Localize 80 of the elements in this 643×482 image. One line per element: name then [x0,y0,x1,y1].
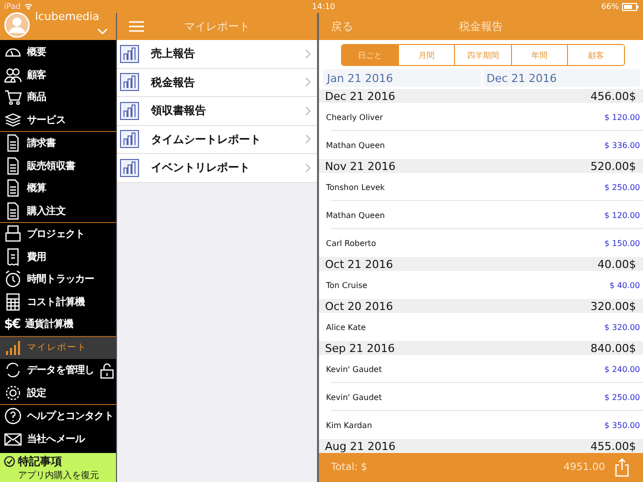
bar-chart-icon [120,130,139,148]
sidebar-item[interactable]: 顧客 [0,64,116,86]
calc-icon [4,292,22,311]
date-group-header: Oct 20 2016 320.00$ [319,299,643,313]
report-item[interactable]: 税金報告 [117,68,317,97]
battery-icon [622,2,639,10]
transaction-row[interactable]: Alice Kate $ 320.00 [319,313,643,341]
sidebar-item[interactable]: 概要 [0,41,116,64]
bar-chart-icon [120,158,139,177]
layers-icon [4,110,22,129]
sidebar-item[interactable]: コスト計算機 [0,290,116,313]
printer-icon [4,225,22,244]
transaction-row[interactable]: Kim Kardan $ 350.00 [319,411,643,439]
date-group-header: Oct 21 2016 40.00$ [319,257,643,271]
total-label: Total: $ [331,462,368,473]
chevron-right-icon [305,77,311,88]
restore-purchases-banner[interactable]: 特記事項 アプリ内購入を復元 [0,453,116,482]
sidebar-item[interactable]: 費用 [0,246,116,268]
share-icon[interactable] [615,458,629,477]
chevron-right-icon [305,106,311,116]
transaction-row[interactable]: Kevin' Gaudet $ 250.00 [319,383,643,411]
chevron-down-icon[interactable] [97,28,108,35]
report-item[interactable]: 売上報告 [117,40,317,68]
sidebar-item[interactable]: プロジェクト [0,223,116,246]
start-date-field[interactable]: Jan 21 2016 [323,69,480,87]
sidebar-item[interactable]: マイレポート [0,336,116,359]
bar-chart-icon [120,44,139,63]
transaction-row[interactable]: Kevin' Gaudet $ 240.00 [319,355,643,383]
cart-icon [4,88,22,106]
sidebar-item[interactable]: 概算 [0,177,116,200]
sidebar-item[interactable]: 当社へメール [0,428,116,450]
sidebar-item[interactable]: 請求書 [0,132,116,154]
date-group-header: Aug 21 2016 455.00$ [319,439,643,453]
people-icon [4,66,22,84]
battery-percent: 66% [601,2,619,11]
report-item[interactable]: 領収書報告 [117,97,317,126]
sidebar-item[interactable]: 時間トラッカー [0,268,116,290]
date-group-header: Dec 21 2016 456.00$ [319,89,643,103]
wifi-icon [24,3,33,10]
sidebar-item[interactable]: サービス [0,108,116,131]
transaction-row[interactable]: Mathan Queen $ 120.00 [319,201,643,229]
transaction-row[interactable]: Mathan Queen $ 336.00 [319,131,643,159]
end-date-field[interactable]: Dec 21 2016 [482,69,640,87]
avatar-icon[interactable] [4,12,30,38]
panel-title: 税金報告 [459,19,503,34]
gear-icon [4,384,22,402]
sidebar-item[interactable]: $€ 通貨計算機 [0,313,116,336]
sidebar-item[interactable]: 販売領収書 [0,154,116,177]
chevron-right-icon [305,48,311,59]
bar-chart-icon [120,102,139,120]
clock-icon [4,270,22,288]
transaction-row[interactable]: Carl Roberto $ 150.00 [319,229,643,257]
sidebar-item[interactable]: 設定 [0,382,116,404]
bar-chart-icon [120,73,139,92]
promo-title: 特記事項 [18,454,62,469]
device-label: iPad [4,2,21,11]
panel-title: マイレポート [184,19,250,34]
sidebar-item[interactable]: データを管理し [0,359,116,382]
bars-icon [4,338,22,357]
chevron-right-icon [305,134,311,144]
sidebar-item[interactable]: 商品 [0,86,116,108]
date-group-header: Sep 21 2016 840.00$ [319,341,643,355]
date-group-header: Nov 21 2016 520.00$ [319,159,643,173]
check-circle-icon [4,456,15,467]
transaction-row[interactable]: Tonshon Levek $ 250.00 [319,173,643,201]
promo-subtitle: アプリ内購入を復元 [17,469,100,482]
question-icon [4,407,22,426]
report-item[interactable]: タイムシートレポート [117,126,317,154]
total-amount: 4951.00 [564,462,605,473]
status-time: 14:10 [312,2,336,11]
menu-icon[interactable] [129,21,144,32]
currency-symbol: $€ [4,316,20,332]
sidebar-item[interactable]: 購入注文 [0,200,116,222]
transaction-row[interactable]: Chearly Oliver $ 120.00 [319,103,643,131]
transaction-row[interactable]: Ton Cruise $ 40.00 [319,271,643,299]
sidebar-item[interactable]: ヘルプとコンタクト [0,405,116,428]
sync-icon [4,361,22,380]
report-item[interactable]: イベントリレポート [117,154,317,182]
chevron-right-icon [305,162,311,173]
account-name: Icubemedia [35,10,100,23]
